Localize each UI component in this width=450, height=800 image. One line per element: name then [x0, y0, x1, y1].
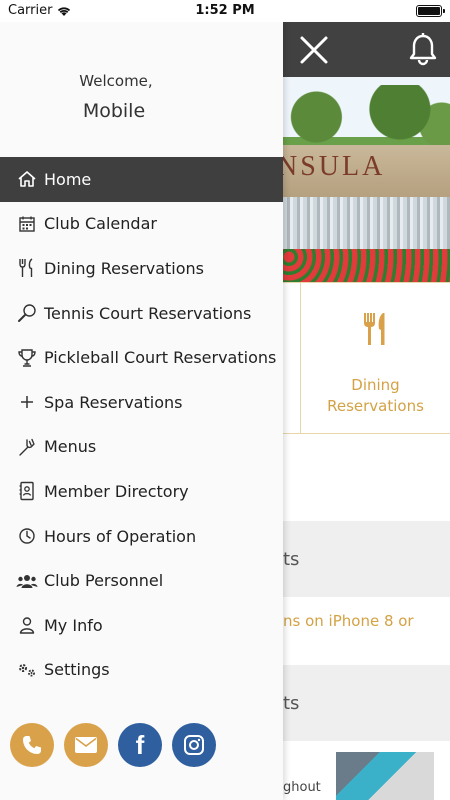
calendar-icon	[16, 214, 38, 234]
bell-icon[interactable]	[406, 31, 440, 67]
fork-icon	[16, 437, 38, 457]
phone-button[interactable]	[10, 723, 54, 767]
clock-icon	[16, 526, 38, 546]
menu-item-label: Tennis Court Reservations	[44, 303, 252, 323]
menu-item-label: Home	[44, 169, 92, 189]
menu-item-club-personnel[interactable]: Club Personnel	[0, 558, 283, 603]
menu-item-label: My Info	[44, 615, 103, 635]
section-title: ts	[283, 549, 300, 570]
news-section-header: ts	[283, 665, 450, 741]
menu-item-menus[interactable]: Menus	[0, 425, 283, 470]
dining-tile-label[interactable]: Dining Reservations	[301, 375, 450, 417]
menu-item-club-calendar[interactable]: Club Calendar	[0, 202, 283, 247]
menu-item-spa-reservations[interactable]: Spa Reservations	[0, 380, 283, 425]
plus-icon	[16, 392, 38, 412]
hero-sign-text: NSULA	[283, 151, 386, 182]
welcome-label: Welcome,	[79, 72, 153, 90]
user-name: Mobile	[82, 100, 146, 122]
menu-item-home[interactable]: Home	[0, 157, 283, 202]
hero-image: NSULA	[283, 77, 450, 282]
battery-icon	[416, 5, 445, 17]
menu-item-tennis-court-reservations[interactable]: Tennis Court Reservations	[0, 291, 283, 336]
instagram-icon	[184, 735, 204, 755]
instagram-button[interactable]	[172, 723, 216, 767]
menu-item-label: Member Directory	[44, 481, 189, 501]
menu-item-label: Dining Reservations	[44, 258, 204, 278]
social-links: f	[10, 723, 216, 767]
news-thumbnail[interactable]	[336, 752, 434, 800]
status-bar: Carrier 1:52 PM	[0, 0, 450, 22]
menu-item-hours-of-operation[interactable]: Hours of Operation	[0, 514, 283, 559]
menu-item-settings[interactable]: Settings	[0, 648, 283, 693]
phone-icon	[23, 736, 41, 754]
news-link[interactable]: ns on iPhone 8 or	[283, 612, 450, 630]
navigation-drawer: Welcome, Mobile Home Club Calendar Dinin…	[0, 22, 283, 800]
close-icon[interactable]	[296, 32, 332, 68]
menu-item-my-info[interactable]: My Info	[0, 603, 283, 648]
fork-knife-icon	[16, 258, 38, 278]
tennis-racket-icon	[16, 303, 38, 323]
menu-item-label: Club Calendar	[44, 214, 157, 234]
home-icon	[16, 169, 38, 189]
mail-icon	[75, 737, 97, 753]
menu-item-label: Club Personnel	[44, 571, 164, 591]
quick-tiles: Dining Reservations	[283, 282, 450, 434]
menu-item-label: Hours of Operation	[44, 526, 197, 546]
menu-item-label: Spa Reservations	[44, 392, 183, 412]
section-title: ts	[283, 693, 300, 714]
people-icon	[16, 571, 38, 591]
events-section-header: ts	[283, 521, 450, 597]
drawer-menu: Home Club Calendar Dining Reservations T…	[0, 157, 283, 692]
menu-item-label: Settings	[44, 660, 110, 680]
clock-time: 1:52 PM	[195, 3, 255, 18]
person-icon	[16, 615, 38, 635]
trophy-icon	[16, 348, 38, 368]
news-snippet[interactable]: ghout	[283, 780, 333, 795]
menu-item-label: Menus	[44, 437, 97, 457]
email-button[interactable]	[64, 723, 108, 767]
gears-icon	[16, 660, 38, 680]
facebook-icon: f	[135, 730, 145, 760]
menu-item-dining-reservations[interactable]: Dining Reservations	[0, 246, 283, 291]
fork-knife-icon[interactable]	[361, 311, 391, 347]
menu-item-label: Pickleball Court Reservations	[44, 348, 277, 368]
menu-item-pickleball-court-reservations[interactable]: Pickleball Court Reservations	[0, 335, 283, 380]
menu-item-member-directory[interactable]: Member Directory	[0, 469, 283, 514]
facebook-button[interactable]: f	[118, 723, 162, 767]
contact-book-icon	[16, 481, 38, 501]
